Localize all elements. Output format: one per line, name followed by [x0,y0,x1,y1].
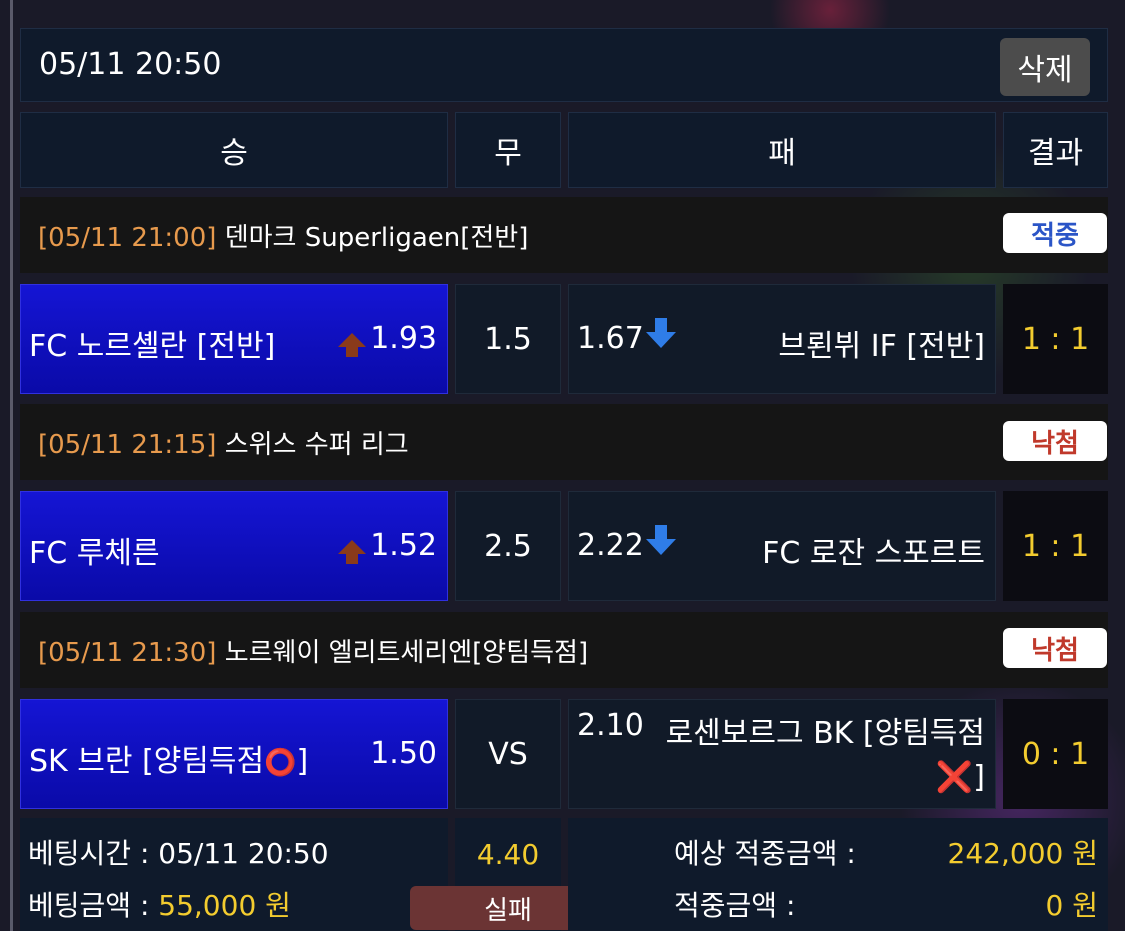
score-cell: 1 : 1 [1003,491,1108,601]
bet-time-row: 베팅시간 : 05/11 20:50 [28,832,329,872]
away-team-cell[interactable]: 2.10 로센보르그 BK [양팀득점 ❌] [568,699,996,809]
away-team-cell[interactable]: 1.67 브뢴뷔 IF [전반] [568,284,996,394]
delete-button[interactable]: 삭제 [1000,38,1090,96]
odds-down-icon [645,524,676,555]
away-team-cell[interactable]: 2.22 FC 로잔 스포르트 [568,491,996,601]
away-odds-group: 2.22 [577,524,676,563]
total-odds: 4.40 [476,838,540,871]
home-odds: 1.93 [370,321,437,356]
score-cell: 1 : 1 [1003,284,1108,394]
match-title: [05/11 21:15] 스위스 수퍼 리그 [38,424,409,461]
match-league: 노르웨이 엘리트세리엔[양팀득점] [224,638,589,668]
match-header: [05/11 21:00] 덴마크 Superligaen[전반] [20,197,1108,273]
match-time: [05/11 21:00] [38,223,217,253]
match-league: 스위스 수퍼 리그 [224,430,409,460]
home-team-name-group: SK 브란 [양팀득점⭕] [29,736,308,780]
home-odds-group: 1.52 [338,528,437,564]
away-odds-group: 1.67 [577,317,676,356]
result-badge: 낙첨 [1003,628,1107,668]
match-title: [05/11 21:00] 덴마크 Superligaen[전반] [38,217,528,254]
match-time: [05/11 21:30] [38,638,217,668]
draw-odds: 1.5 [484,321,532,357]
bet-time-label: 베팅시간 : [28,837,159,870]
bet-amount-value: 55,000 원 [158,889,291,922]
expected-value: 242,000 원 [947,837,1098,870]
home-team-cell[interactable]: SK 브란 [양팀득점⭕] 1.50 [20,699,448,809]
column-lose-label: 패 [768,136,796,171]
column-result: 결과 [1003,112,1108,188]
column-lose: 패 [568,112,996,188]
match-header: [05/11 21:30] 노르웨이 엘리트세리엔[양팀득점] [20,612,1108,688]
match-header: [05/11 21:15] 스위스 수퍼 리그 [20,404,1108,480]
odds-up-icon [338,539,367,564]
home-team-cell[interactable]: FC 루체른 1.52 [20,491,448,601]
home-odds-group: 1.93 [338,321,437,357]
draw-cell[interactable]: VS [455,699,561,809]
odds-down-icon [645,317,676,348]
column-win-label: 승 [220,136,248,171]
match-score: 1 : 1 [1021,321,1090,357]
bet-summary-right: 예상 적중금액 : 242,000 원 적중금액 : 0 원 [568,818,1108,931]
bet-summary-left: 베팅시간 : 05/11 20:50 베팅금액 : 55,000 원 [20,818,448,931]
circle-mark-icon: ⭕ [264,748,297,778]
home-team-name: FC 루체른 [29,536,160,571]
draw-odds: VS [488,736,528,772]
column-draw: 무 [455,112,561,188]
away-team-name-tail: ❌] [936,760,985,795]
match-time: [05/11 21:15] [38,430,217,460]
home-team-cell[interactable]: FC 노르셸란 [전반] 1.93 [20,284,448,394]
away-team-name: 브뢴뷔 IF [전반] [778,329,985,364]
column-result-label: 결과 [1027,136,1084,171]
won-value: 0 원 [1045,889,1098,922]
away-odds: 2.22 [577,528,644,563]
home-team-name: FC 노르셸란 [전반] [29,329,276,364]
result-badge: 낙첨 [1003,421,1107,461]
bet-header: 05/11 20:50 삭제 [20,28,1108,102]
odds-up-icon [338,332,367,357]
bet-time-value: 05/11 20:50 [158,837,329,870]
score-cell: 0 : 1 [1003,699,1108,809]
column-draw-label: 무 [494,136,522,171]
draw-odds: 2.5 [484,528,532,564]
match-score: 0 : 1 [1021,736,1090,772]
home-odds: 1.52 [370,528,437,563]
bet-amount-row: 베팅금액 : 55,000 원 [28,884,291,924]
home-odds: 1.50 [370,736,437,771]
left-divider [10,0,13,931]
away-odds: 2.10 [577,708,644,743]
match-title: [05/11 21:30] 노르웨이 엘리트세리엔[양팀득점] [38,632,588,669]
bet-datetime: 05/11 20:50 [39,47,222,82]
match-league: 덴마크 Superligaen[전반] [224,223,529,253]
result-badge: 적중 [1003,213,1107,253]
bet-amount-label: 베팅금액 : [28,889,159,922]
match-score: 1 : 1 [1021,528,1090,564]
away-team-name: 로센보르그 BK [양팀득점 [665,716,985,751]
draw-cell[interactable]: 1.5 [455,284,561,394]
away-team-name: FC 로잔 스포르트 [762,536,985,571]
expected-label: 예상 적중금액 : [674,837,856,870]
home-team-name: SK 브란 [양팀득점 [29,744,265,779]
x-mark-icon: ❌ [935,760,974,795]
away-team-close: ] [973,760,985,795]
won-label: 적중금액 : [674,889,796,922]
home-team-close: ] [296,744,309,779]
column-win: 승 [20,112,448,188]
draw-cell[interactable]: 2.5 [455,491,561,601]
away-odds: 1.67 [577,321,644,356]
